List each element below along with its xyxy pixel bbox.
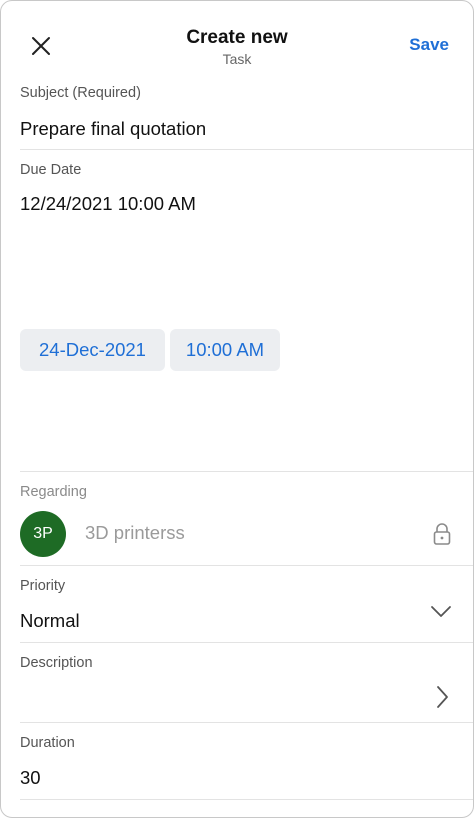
subject-input[interactable]: Prepare final quotation: [20, 118, 206, 140]
page-subtitle: Task: [222, 51, 252, 67]
duration-label: Duration: [20, 735, 75, 751]
priority-select[interactable]: Normal: [20, 610, 80, 632]
description-label: Description: [20, 655, 93, 671]
lock-icon: [430, 521, 454, 547]
page-title: Create new: [186, 27, 288, 48]
priority-label: Priority: [20, 578, 66, 594]
avatar: 3P: [20, 511, 66, 557]
date-picker-button[interactable]: 24-Dec-2021: [20, 329, 165, 371]
duration-field[interactable]: Duration 30: [20, 730, 473, 798]
due-date-value[interactable]: 12/24/2021 10:00 AM: [20, 193, 196, 215]
task-form: Create new Task Save Subject (Required) …: [0, 0, 474, 818]
divider: [20, 722, 473, 723]
duration-input[interactable]: 30: [20, 767, 41, 789]
divider: [20, 471, 473, 472]
header: Create new Task Save: [1, 1, 473, 77]
regarding-label: Regarding: [20, 484, 87, 500]
chevron-down-icon[interactable]: [429, 603, 453, 621]
divider: [20, 799, 473, 800]
subject-field[interactable]: Subject (Required) Prepare final quotati…: [20, 81, 473, 149]
due-date-label: Due Date: [20, 162, 82, 178]
save-button[interactable]: Save: [409, 35, 449, 55]
chevron-right-icon[interactable]: [433, 685, 451, 709]
priority-field[interactable]: Priority Normal: [20, 573, 473, 641]
divider: [20, 642, 473, 643]
due-date-field: Due Date 12/24/2021 10:00 AM: [20, 157, 473, 217]
time-picker-button[interactable]: 10:00 AM: [170, 329, 280, 371]
divider: [20, 565, 473, 566]
description-field[interactable]: Description: [20, 650, 473, 722]
subject-label: Subject (Required): [20, 85, 141, 101]
divider: [20, 149, 473, 150]
regarding-value: 3D printerss: [85, 522, 185, 543]
